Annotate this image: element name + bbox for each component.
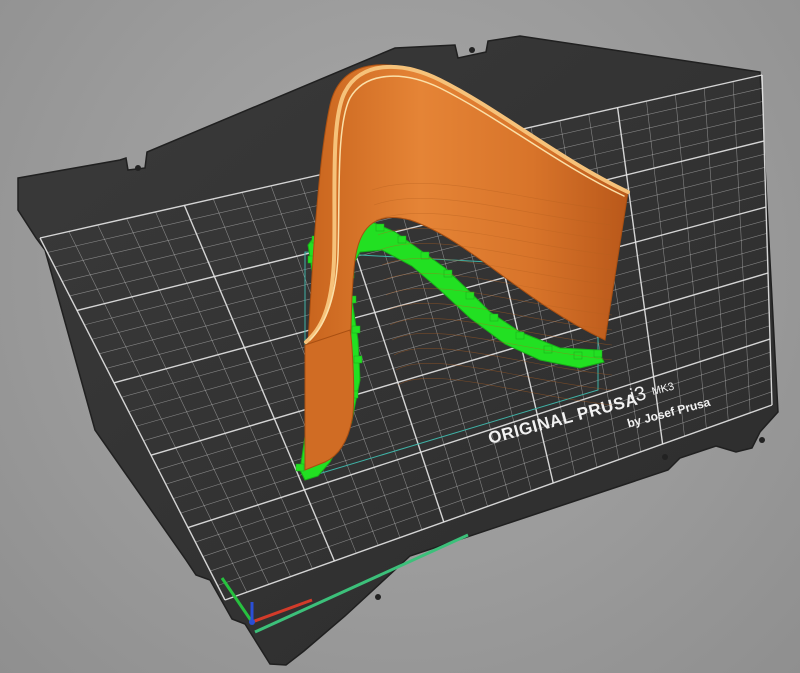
support-block: [351, 325, 361, 334]
support-block: [489, 313, 499, 322]
3d-viewport[interactable]: ORIGINAL PRUSA i3 MK3 by Josef Prusa: [0, 0, 800, 673]
support-block: [465, 291, 475, 300]
support-block: [295, 463, 305, 472]
3d-scene[interactable]: ORIGINAL PRUSA i3 MK3 by Josef Prusa: [0, 0, 800, 673]
support-block: [397, 235, 407, 244]
support-block: [593, 349, 603, 358]
support-block: [543, 345, 553, 354]
support-block: [375, 223, 385, 232]
support-block: [443, 269, 453, 278]
support-block: [353, 355, 363, 364]
support-block: [515, 331, 525, 340]
support-block: [420, 251, 430, 260]
